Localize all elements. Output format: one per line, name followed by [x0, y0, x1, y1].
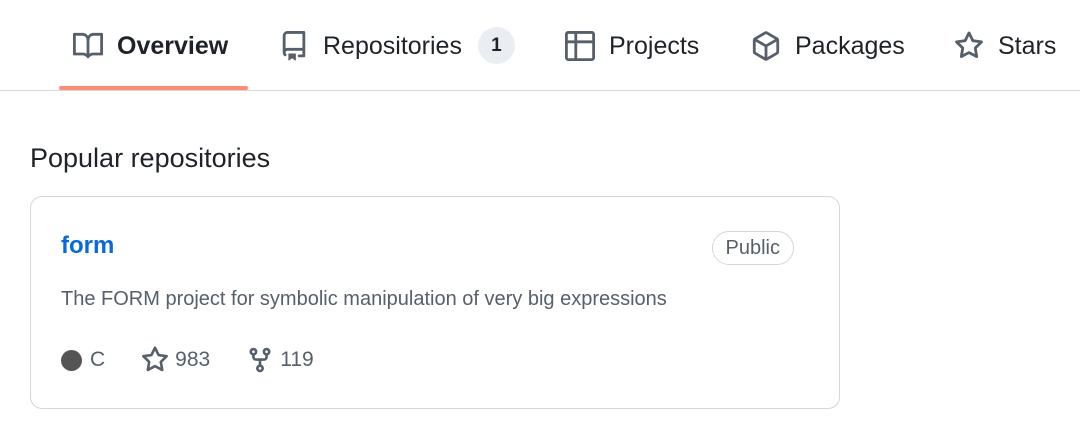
visibility-badge: Public — [711, 231, 794, 265]
language-color-dot — [61, 349, 82, 371]
package-icon — [751, 30, 781, 61]
forks-link[interactable]: 119 — [246, 346, 314, 374]
star-icon — [141, 346, 169, 374]
star-icon — [954, 30, 984, 61]
language-name: C — [90, 348, 106, 371]
fork-icon — [246, 346, 274, 374]
repo-name-link[interactable]: form — [61, 231, 114, 261]
tab-overview[interactable]: Overview — [73, 0, 228, 91]
profile-tab-nav: Overview Repositories 1 Projects Package… — [0, 0, 1080, 91]
table-icon — [565, 30, 595, 61]
tab-stars-label: Stars — [998, 31, 1057, 60]
tab-repositories-label: Repositories — [323, 31, 462, 60]
repositories-count-badge: 1 — [477, 27, 515, 64]
stargazers-link[interactable]: 983 — [141, 346, 210, 374]
tab-overview-label: Overview — [117, 31, 229, 60]
star-count: 983 — [175, 348, 211, 371]
tab-packages-label: Packages — [795, 31, 905, 60]
section-title: Popular repositories — [30, 143, 271, 173]
book-icon — [73, 31, 103, 61]
tab-repositories[interactable]: Repositories 1 — [279, 0, 515, 91]
tab-projects[interactable]: Projects — [565, 0, 699, 91]
tab-packages[interactable]: Packages — [751, 0, 905, 91]
repo-icon — [279, 30, 309, 61]
repo-card: form Public The FORM project for symboli… — [30, 196, 840, 409]
repo-description: The FORM project for symbolic manipulati… — [61, 288, 667, 310]
selected-tab-underline — [59, 86, 248, 90]
repo-meta: C 983 119 — [61, 345, 314, 375]
fork-count: 119 — [280, 348, 314, 371]
tab-stars[interactable]: Stars — [954, 0, 1056, 91]
tab-projects-label: Projects — [609, 31, 700, 60]
